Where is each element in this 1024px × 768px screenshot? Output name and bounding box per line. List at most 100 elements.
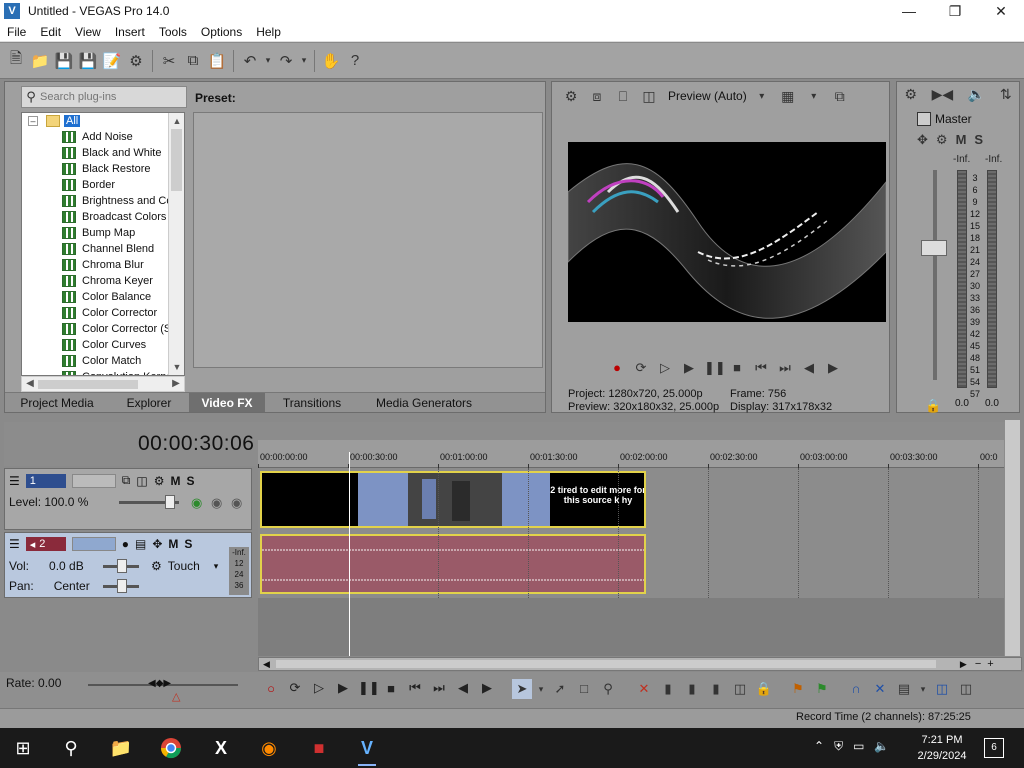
play-from-start-icon[interactable]: ▷: [310, 680, 328, 696]
track-expand-icon[interactable]: ☰: [9, 474, 20, 488]
cut-icon[interactable]: ✂: [157, 49, 181, 73]
tab-transitions[interactable]: Transitions: [265, 393, 359, 412]
menu-options[interactable]: Options: [194, 25, 249, 39]
scroll-right-icon[interactable]: ▶: [960, 659, 967, 670]
plugin-list-item[interactable]: Channel Blend: [62, 241, 173, 257]
zoom-tool-icon[interactable]: ⚲: [598, 679, 618, 699]
scroll-thumb[interactable]: [275, 660, 936, 668]
trim-icon[interactable]: ▮: [658, 679, 678, 699]
preview-settings-gear-icon[interactable]: ⚙: [560, 88, 582, 105]
plugin-list-item[interactable]: Color Corrector: [62, 305, 173, 321]
audio-track-header[interactable]: ☰ ◂ 2 ● ▤ ✥ M S Vol: 0.0 dB ⚙ Touch ▾ Pan…: [4, 532, 252, 598]
zoom-out-icon[interactable]: −: [975, 658, 981, 670]
chevron-up-icon[interactable]: ⌃: [814, 739, 824, 754]
new-icon[interactable]: 🗎: [4, 49, 28, 73]
scroll-right-icon[interactable]: ▶: [168, 377, 184, 391]
ripple-edit-icon[interactable]: ▤: [894, 679, 914, 699]
collapse-icon[interactable]: –: [28, 116, 38, 126]
trim-end-icon[interactable]: ▮: [706, 679, 726, 699]
master-mute-button[interactable]: M: [956, 132, 967, 148]
chevron-down-icon[interactable]: ▾: [536, 679, 546, 699]
app-icon[interactable]: ■: [302, 734, 336, 762]
tree-root-all[interactable]: – All: [28, 115, 81, 127]
network-icon[interactable]: ▭: [853, 739, 864, 754]
master-fader-knob[interactable]: [921, 240, 947, 256]
plugin-search[interactable]: ⚲: [21, 86, 187, 108]
insert-region-icon[interactable]: ⚑: [812, 679, 832, 699]
plugin-search-input[interactable]: [40, 91, 180, 103]
help-icon[interactable]: ?: [343, 49, 367, 73]
normal-edit-tool-icon[interactable]: ➤: [512, 679, 532, 699]
time-ruler[interactable]: 00:00:00:00 00:00:30:00 00:01:00:00 00:01:3…: [258, 440, 1004, 470]
plugin-list-item[interactable]: Black Restore: [62, 161, 173, 177]
search-icon[interactable]: ⚲: [54, 734, 88, 762]
scroll-thumb[interactable]: [171, 129, 182, 191]
preview-quality-dropdown[interactable]: Preview (Auto): [668, 89, 747, 103]
scroll-left-icon[interactable]: ◀: [263, 659, 270, 670]
plugin-tree-scrollbar[interactable]: ▲ ▼: [168, 113, 184, 375]
go-to-start-icon[interactable]: ⏮: [752, 360, 770, 376]
audio-track-mute-button[interactable]: M: [168, 537, 178, 551]
redo-dropdown-icon[interactable]: ▾: [298, 49, 310, 73]
taskbar-clock[interactable]: 7:21 PM 2/29/2024: [912, 732, 972, 764]
undo-icon[interactable]: ↶: [238, 49, 262, 73]
split-screen-icon[interactable]: ⎕: [612, 88, 634, 105]
motion-blur-icon[interactable]: ◉: [231, 495, 242, 511]
open-icon[interactable]: 📁: [28, 49, 52, 73]
scroll-down-icon[interactable]: ▼: [169, 359, 184, 375]
tab-project-media[interactable]: Project Media: [5, 393, 109, 412]
plugin-list-item[interactable]: Border: [62, 177, 173, 193]
plugin-tree-hscrollbar[interactable]: ◀ ▶: [21, 376, 185, 392]
save-as-icon[interactable]: 💾: [76, 49, 100, 73]
auto-crossfade-icon[interactable]: ✕: [870, 679, 890, 699]
overlays-grid-icon[interactable]: ▦: [777, 88, 799, 105]
track-fx-icon[interactable]: ◫: [136, 474, 147, 488]
audio-track-solo-button[interactable]: S: [184, 537, 192, 551]
chevron-down-icon[interactable]: ▾: [751, 91, 773, 102]
maximize-button[interactable]: ❐: [932, 0, 978, 22]
master-fx-icon[interactable]: [917, 112, 931, 126]
firefox-icon[interactable]: ◉: [252, 734, 286, 762]
delete-icon[interactable]: ✕: [634, 679, 654, 699]
master-gear-icon[interactable]: ⚙: [904, 86, 917, 103]
tab-media-generators[interactable]: Media Generators: [359, 393, 489, 412]
scroll-left-icon[interactable]: ◀: [22, 377, 38, 391]
selection-tool-icon[interactable]: □: [574, 679, 594, 699]
preset-list[interactable]: [193, 112, 543, 368]
go-to-end-icon[interactable]: ⏭: [430, 680, 448, 696]
plugin-list-item[interactable]: Convolution Kerne: [62, 369, 173, 375]
menu-edit[interactable]: Edit: [33, 25, 68, 39]
master-gear-icon[interactable]: ⚙: [936, 132, 948, 148]
paste-icon[interactable]: 📋: [205, 49, 229, 73]
security-icon[interactable]: ⛨: [834, 739, 843, 754]
play-from-start-icon[interactable]: ▷: [656, 360, 674, 376]
lock-envelopes-icon[interactable]: ◫: [932, 679, 952, 699]
plugin-list-item[interactable]: Add Noise: [62, 129, 173, 145]
video-event-clip[interactable]: 2 tired to edit more for this source k h…: [260, 471, 646, 528]
plugin-list-item[interactable]: Chroma Blur: [62, 257, 173, 273]
video-track-name-field[interactable]: [71, 473, 116, 488]
loop-icon[interactable]: ⟳: [286, 680, 304, 696]
track-motion-icon[interactable]: ⧉: [122, 473, 131, 488]
video-level-knob[interactable]: [165, 495, 175, 509]
rate-slider-handle[interactable]: ◀◆▶: [148, 678, 171, 689]
menu-insert[interactable]: Insert: [108, 25, 152, 39]
plugin-list-item[interactable]: Color Balance: [62, 289, 173, 305]
copy-icon[interactable]: ⧉: [181, 49, 205, 73]
master-pan-icon[interactable]: ✥: [917, 132, 928, 148]
menu-file[interactable]: File: [0, 25, 33, 39]
track-expand-icon[interactable]: ☰: [9, 537, 20, 551]
automation-gear-icon[interactable]: ⚙: [151, 559, 162, 573]
plugin-list-item[interactable]: Brightness and Co: [62, 193, 173, 209]
menu-view[interactable]: View: [68, 25, 108, 39]
envelope-tool-icon[interactable]: ➚: [550, 679, 570, 699]
zoom-in-icon[interactable]: +: [987, 658, 993, 670]
properties-gear-icon[interactable]: ⚙: [124, 49, 148, 73]
pan-knob[interactable]: [117, 579, 127, 593]
timeline-horizontal-scrollbar[interactable]: ◀ ▶ − +: [258, 657, 1022, 671]
notification-center-icon[interactable]: 6: [984, 738, 1004, 758]
previous-frame-icon[interactable]: ◀: [800, 360, 818, 376]
play-icon[interactable]: ▶: [334, 680, 352, 696]
plugin-list-item[interactable]: Chroma Keyer: [62, 273, 173, 289]
plugin-list-item[interactable]: Bump Map: [62, 225, 173, 241]
